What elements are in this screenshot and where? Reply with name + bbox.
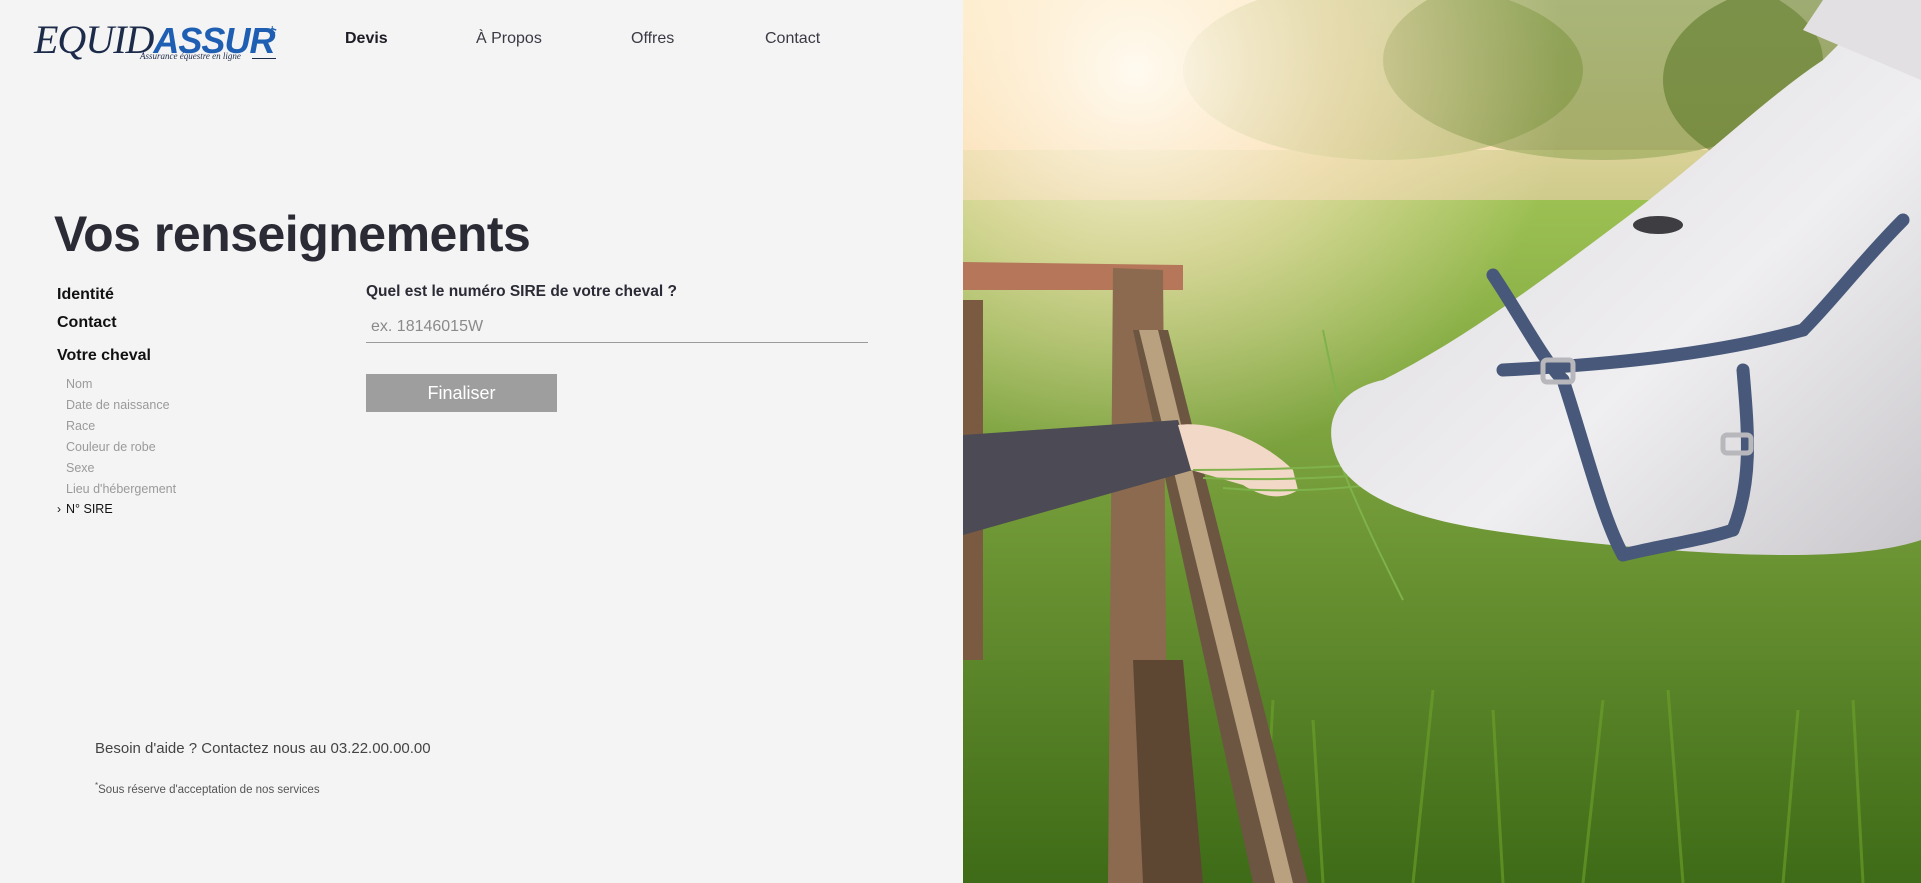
logo-tagline: Assurance équestre en ligne xyxy=(140,51,241,61)
nav-contact[interactable]: Contact xyxy=(765,30,820,48)
logo-tagline-rule xyxy=(252,58,276,59)
left-panel: EQUIDASSUR .fr Assurance équestre en lig… xyxy=(0,0,963,883)
nav-devis[interactable]: Devis xyxy=(345,30,388,48)
chevron-right-icon: › xyxy=(57,502,61,516)
logo-part-equid: EQUID xyxy=(34,17,154,62)
substep-n-sire[interactable]: › N° SIRE xyxy=(57,502,113,516)
substep-race[interactable]: Race xyxy=(66,419,95,433)
finaliser-button[interactable]: Finaliser xyxy=(366,374,557,412)
nav-a-propos[interactable]: À Propos xyxy=(476,30,542,48)
substep-couleur-robe[interactable]: Couleur de robe xyxy=(66,440,156,454)
substep-n-sire-label: N° SIRE xyxy=(66,502,113,516)
step-identite[interactable]: Identité xyxy=(57,286,114,304)
sire-question: Quel est le numéro SIRE de votre cheval … xyxy=(366,283,677,300)
disclaimer-note: *Sous réserve d'acceptation de nos servi… xyxy=(95,781,320,796)
substep-nom[interactable]: Nom xyxy=(66,377,92,391)
step-votre-cheval[interactable]: Votre cheval xyxy=(57,347,151,365)
hero-image xyxy=(963,0,1921,883)
substep-lieu-hebergement[interactable]: Lieu d'hébergement xyxy=(66,482,176,496)
page-title: Vos renseignements xyxy=(54,206,531,262)
nav-offres[interactable]: Offres xyxy=(631,30,674,48)
note-text: Sous réserve d'acceptation de nos servic… xyxy=(98,783,320,796)
substep-sexe[interactable]: Sexe xyxy=(66,461,95,475)
help-text: Besoin d'aide ? Contactez nous au 03.22.… xyxy=(95,740,431,757)
step-contact[interactable]: Contact xyxy=(57,314,117,332)
substep-date-naissance[interactable]: Date de naissance xyxy=(66,398,170,412)
horse-feeding-photo xyxy=(963,0,1921,883)
brand-logo[interactable]: EQUIDASSUR .fr Assurance équestre en lig… xyxy=(34,20,286,64)
sire-input[interactable] xyxy=(366,311,868,343)
